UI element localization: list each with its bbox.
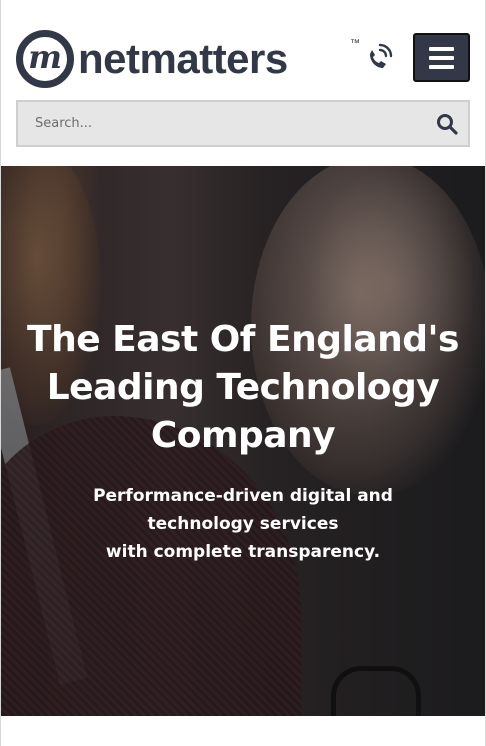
page: m netmatters ™ Search... The East Of Eng…	[0, 0, 486, 746]
hamburger-icon-bar	[429, 46, 454, 51]
search-bar	[16, 100, 470, 147]
search-input[interactable]	[18, 102, 418, 145]
trademark-symbol: ™	[350, 38, 360, 49]
netmatters-logo[interactable]: m netmatters ™	[16, 28, 360, 90]
logo-mark-letter: m	[28, 38, 62, 76]
hero-content: The East Of England's Leading Technology…	[1, 316, 485, 566]
hamburger-icon-bar	[429, 64, 454, 69]
menu-toggle-button[interactable]	[413, 33, 470, 82]
hero-subtitle-line: Performance-driven digital and	[93, 486, 393, 506]
hero-subtitle-line: technology services	[147, 514, 339, 534]
hamburger-icon-bar	[429, 55, 454, 60]
logo-mark: m	[16, 30, 74, 88]
site-header: m netmatters ™	[1, 0, 485, 166]
hero-subtitle: Performance-driven digital and technolog…	[1, 482, 485, 566]
phone-icon[interactable]	[364, 42, 394, 72]
search-icon[interactable]	[436, 113, 458, 135]
hero-title: The East Of England's Leading Technology…	[27, 319, 459, 456]
logo-text: netmatters	[78, 35, 288, 82]
hero-subtitle-line: with complete transparency.	[105, 542, 381, 562]
hero-banner: The East Of England's Leading Technology…	[1, 166, 485, 716]
